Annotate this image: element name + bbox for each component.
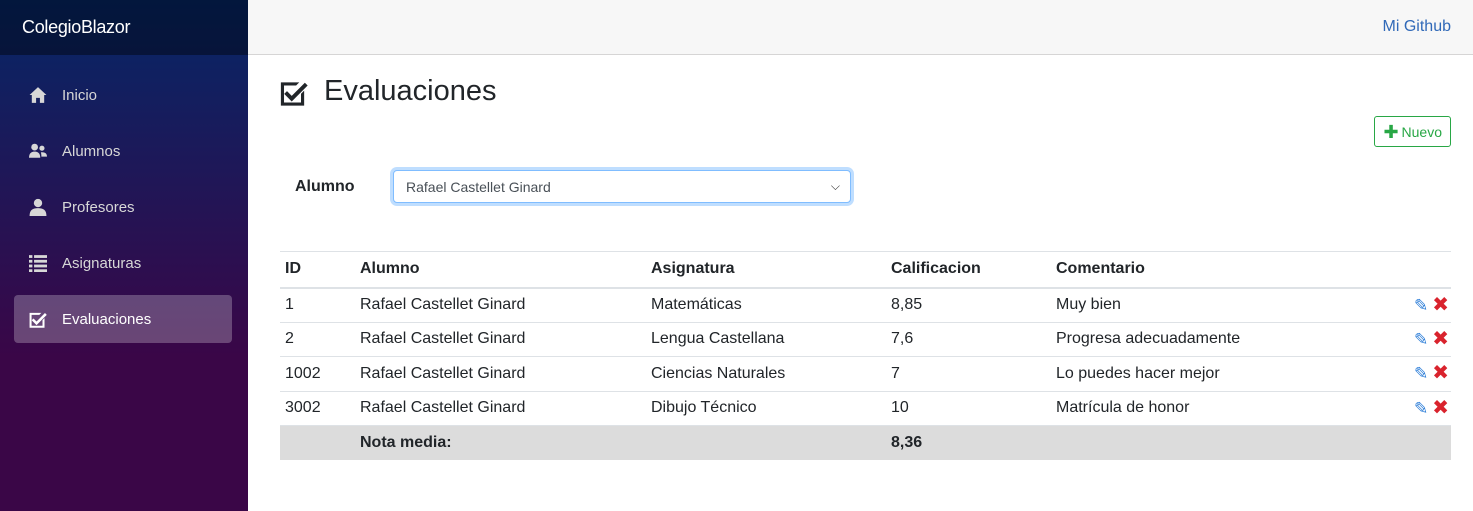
new-button[interactable]: ✚ Nuevo [1374,116,1451,147]
sidebar-item-label: Evaluaciones [62,310,152,328]
brand-bar: ColegioBlazor [0,0,248,55]
page-title: Evaluaciones [324,75,497,107]
cell-comentario: Matrícula de honor [1051,390,1391,426]
sidebar-item-label: Asignaturas [62,254,142,272]
summary-row: Nota media: 8,36 [280,425,1451,460]
home-icon [28,85,48,105]
edit-icon[interactable]: ✎ [1414,297,1428,314]
cell-asignatura: Matemáticas [646,287,886,322]
row-actions: ✎ ✖ [1391,356,1451,391]
table-row: 3002 Rafael Castellet Ginard Dibujo Técn… [280,390,1451,426]
cell-comentario: Lo puedes hacer mejor [1051,356,1391,391]
cell-asignatura: Ciencias Naturales [646,356,886,391]
people-icon [28,141,48,161]
cell-alumno: Rafael Castellet Ginard [355,287,646,322]
cell-asignatura: Dibujo Técnico [646,390,886,426]
sidebar-item-profesores[interactable]: Profesores [14,183,232,231]
summary-value: 8,36 [886,425,1051,460]
page-header: Evaluaciones [280,75,497,108]
cell-alumno: Rafael Castellet Ginard [355,390,646,426]
table-row: 1 Rafael Castellet Ginard Matemáticas 8,… [280,287,1451,322]
summary-empty-cell [1051,425,1391,460]
evaluations-table: ID Alumno Asignatura Calificacion Coment… [280,251,1451,460]
cell-alumno: Rafael Castellet Ginard [355,321,646,357]
delete-icon[interactable]: ✖ [1432,363,1449,383]
row-actions: ✎ ✖ [1391,321,1451,357]
column-header: Calificacion [886,251,1051,289]
sidebar-item-label: Alumnos [62,142,121,160]
sidebar-item-evaluaciones[interactable]: Evaluaciones [14,295,232,343]
sidebar: ColegioBlazor Inicio Alumnos Profesores … [0,0,248,511]
cell-id: 1002 [280,356,355,391]
edit-icon[interactable]: ✎ [1414,331,1428,348]
app-brand[interactable]: ColegioBlazor [22,17,130,38]
person-icon [28,197,48,217]
cell-calificacion: 10 [886,390,1051,426]
github-link[interactable]: Mi Github [1383,18,1451,36]
cell-calificacion: 7 [886,356,1051,391]
cell-id: 3002 [280,390,355,426]
row-actions: ✎ ✖ [1391,287,1451,322]
cell-comentario: Muy bien [1051,287,1391,322]
cell-alumno: Rafael Castellet Ginard [355,356,646,391]
column-header: Alumno [355,251,646,289]
summary-empty-cell [280,425,355,460]
sidebar-item-inicio[interactable]: Inicio [14,71,232,119]
summary-empty-cell [646,425,886,460]
chevron-down-icon: ⌵ [830,179,840,193]
cell-id: 1 [280,287,355,322]
table-header-row: ID Alumno Asignatura Calificacion Coment… [280,251,1451,289]
student-select-value: Rafael Castellet Ginard [406,178,551,195]
new-button-label: Nuevo [1401,123,1442,140]
column-header-actions [1391,251,1451,289]
summary-empty-cell [1391,425,1451,460]
filter-label: Alumno [295,177,355,195]
sidebar-nav: Inicio Alumnos Profesores Asignaturas Ev… [0,55,248,343]
checkbox-icon [28,309,48,329]
table-row: 1002 Rafael Castellet Ginard Ciencias Na… [280,356,1451,391]
edit-icon[interactable]: ✎ [1414,400,1428,417]
checkbox-icon [280,81,308,106]
delete-icon[interactable]: ✖ [1432,295,1449,315]
cell-id: 2 [280,321,355,357]
delete-icon[interactable]: ✖ [1432,329,1449,349]
column-header: Asignatura [646,251,886,289]
sidebar-item-label: Inicio [62,86,98,104]
sidebar-item-label: Profesores [62,198,135,216]
edit-icon[interactable]: ✎ [1414,365,1428,382]
delete-icon[interactable]: ✖ [1432,398,1449,418]
plus-icon: ✚ [1383,121,1399,142]
student-filter: Alumno Rafael Castellet Ginard ⌵ [295,170,851,203]
cell-calificacion: 8,85 [886,287,1051,322]
student-select[interactable]: Rafael Castellet Ginard ⌵ [393,170,851,203]
table-row: 2 Rafael Castellet Ginard Lengua Castell… [280,321,1451,357]
row-actions: ✎ ✖ [1391,390,1451,426]
sidebar-item-asignaturas[interactable]: Asignaturas [14,239,232,287]
cell-comentario: Progresa adecuadamente [1051,321,1391,357]
top-bar: Mi Github [248,0,1473,55]
list-icon [28,253,48,273]
summary-label: Nota media: [355,425,646,460]
cell-calificacion: 7,6 [886,321,1051,357]
column-header: Comentario [1051,251,1391,289]
cell-asignatura: Lengua Castellana [646,321,886,357]
column-header: ID [280,251,355,289]
sidebar-item-alumnos[interactable]: Alumnos [14,127,232,175]
